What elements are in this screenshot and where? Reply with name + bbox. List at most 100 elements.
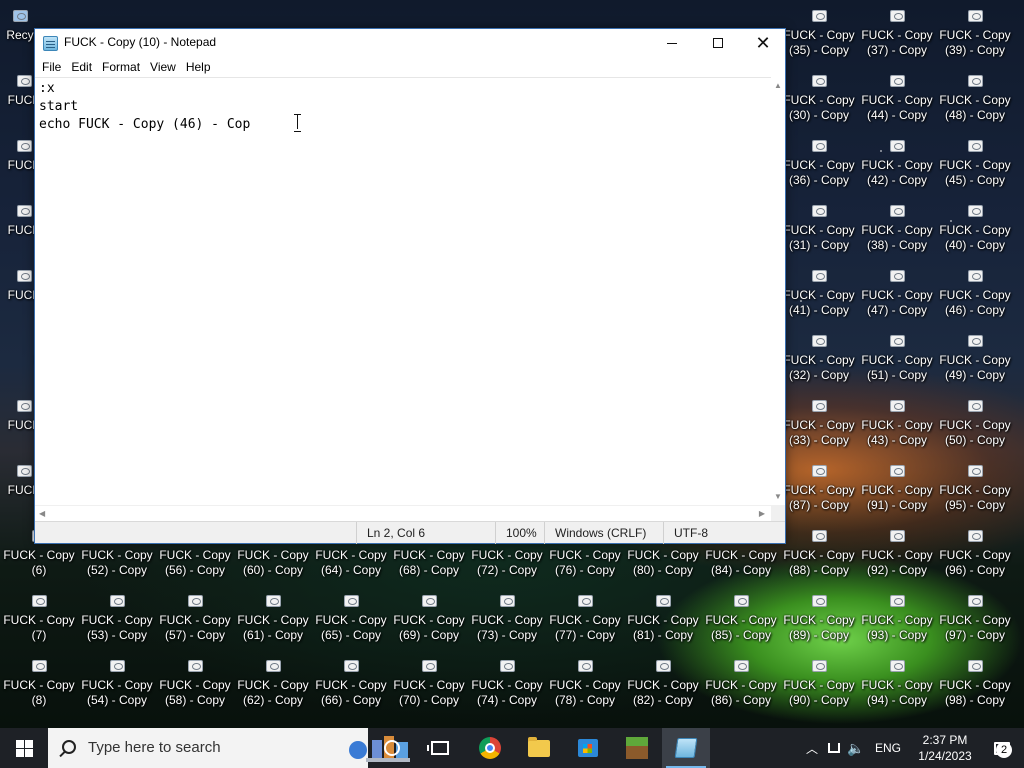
- desktop-icon[interactable]: FUCK - Copy (69) - Copy: [391, 593, 467, 653]
- batch-file-icon: [16, 270, 32, 282]
- network-button[interactable]: [824, 728, 844, 768]
- desktop-icon[interactable]: FUCK - Copy (53) - Copy: [79, 593, 155, 653]
- desktop-icon-label: FUCK - Copy (35) - Copy: [783, 28, 855, 57]
- text-editor[interactable]: :x start echo FUCK - Copy (46) - Cop: [35, 77, 771, 505]
- desktop-icon[interactable]: FUCK - Copy (62) - Copy: [235, 658, 311, 718]
- maximize-button[interactable]: [695, 29, 741, 57]
- desktop-icon[interactable]: FUCK - Copy (54) - Copy: [79, 658, 155, 718]
- horizontal-scrollbar[interactable]: ◀ ▶: [35, 505, 771, 521]
- desktop-icon[interactable]: FUCK - Copy (7): [1, 593, 77, 653]
- maximize-icon: [713, 38, 723, 48]
- action-center-button[interactable]: 2: [982, 728, 1022, 768]
- desktop-icon[interactable]: FUCK - Copy (77) - Copy: [547, 593, 623, 653]
- language-indicator[interactable]: ENG: [870, 728, 906, 768]
- desktop-icon[interactable]: FUCK - Copy (35) - Copy: [781, 8, 857, 68]
- desktop-icon[interactable]: FUCK - Copy (95) - Copy: [937, 463, 1013, 523]
- desktop-icon[interactable]: FUCK - Copy (88) - Copy: [781, 528, 857, 588]
- desktop-icon[interactable]: FUCK - Copy (57) - Copy: [157, 593, 233, 653]
- desktop-icon[interactable]: FUCK - Copy (97) - Copy: [937, 593, 1013, 653]
- desktop-icon[interactable]: FUCK - Copy (42) - Copy: [859, 138, 935, 198]
- desktop-icon[interactable]: FUCK - Copy (61) - Copy: [235, 593, 311, 653]
- menu-file[interactable]: File: [37, 57, 66, 77]
- desktop-icon-label: FUCK - Copy (82) - Copy: [627, 678, 699, 707]
- taskbar-search-box[interactable]: Type here to search: [48, 728, 410, 768]
- windows-icon: [15, 739, 33, 757]
- scroll-down-icon[interactable]: ▼: [774, 492, 782, 501]
- desktop-icon-label: FUCK - Copy (46) - Copy: [939, 288, 1011, 317]
- start-button[interactable]: [0, 728, 48, 768]
- clock[interactable]: 2:37 PM 1/24/2023: [908, 728, 982, 768]
- vertical-scrollbar[interactable]: ▲ ▼: [771, 77, 785, 505]
- desktop-icon-label: FUCK - Copy (87) - Copy: [783, 483, 855, 512]
- desktop-icon[interactable]: FUCK - Copy (86) - Copy: [703, 658, 779, 718]
- show-hidden-icons-button[interactable]: ︿: [802, 728, 822, 768]
- desktop-icon[interactable]: FUCK - Copy (45) - Copy: [937, 138, 1013, 198]
- desktop-icon[interactable]: FUCK - Copy (47) - Copy: [859, 268, 935, 328]
- cortana-button[interactable]: [368, 728, 416, 768]
- desktop-icon[interactable]: FUCK - Copy (70) - Copy: [391, 658, 467, 718]
- batch-file-icon: [967, 595, 983, 607]
- desktop-icon[interactable]: FUCK - Copy (37) - Copy: [859, 8, 935, 68]
- menu-format[interactable]: Format: [97, 57, 145, 77]
- desktop-icon[interactable]: FUCK - Copy (91) - Copy: [859, 463, 935, 523]
- desktop-icon[interactable]: FUCK - Copy (41) - Copy: [781, 268, 857, 328]
- desktop-icon[interactable]: FUCK - Copy (38) - Copy: [859, 203, 935, 263]
- title-bar[interactable]: FUCK - Copy (10) - Notepad ✕: [35, 29, 785, 57]
- desktop-icon[interactable]: FUCK - Copy (65) - Copy: [313, 593, 389, 653]
- minimize-button[interactable]: [649, 29, 695, 57]
- batch-file-icon: [889, 75, 905, 87]
- desktop-icon[interactable]: FUCK - Copy (43) - Copy: [859, 398, 935, 458]
- desktop-icon[interactable]: FUCK - Copy (33) - Copy: [781, 398, 857, 458]
- desktop-icon[interactable]: FUCK - Copy (82) - Copy: [625, 658, 701, 718]
- desktop-icon[interactable]: FUCK - Copy (66) - Copy: [313, 658, 389, 718]
- taskbar-notepad[interactable]: [662, 728, 710, 768]
- desktop-icon[interactable]: FUCK - Copy (73) - Copy: [469, 593, 545, 653]
- desktop-icon[interactable]: FUCK - Copy (32) - Copy: [781, 333, 857, 393]
- desktop-icon[interactable]: FUCK - Copy (51) - Copy: [859, 333, 935, 393]
- desktop-icon[interactable]: FUCK - Copy (87) - Copy: [781, 463, 857, 523]
- desktop-icon[interactable]: FUCK - Copy (98) - Copy: [937, 658, 1013, 718]
- task-view-button[interactable]: [416, 728, 464, 768]
- desktop-icon-label: FUCK - Copy (49) - Copy: [939, 353, 1011, 382]
- desktop-icon[interactable]: FUCK - Copy (30) - Copy: [781, 73, 857, 133]
- desktop-icon[interactable]: FUCK - Copy (81) - Copy: [625, 593, 701, 653]
- desktop-icon[interactable]: FUCK - Copy (39) - Copy: [937, 8, 1013, 68]
- desktop-icon[interactable]: FUCK - Copy (85) - Copy: [703, 593, 779, 653]
- menu-help[interactable]: Help: [181, 57, 216, 77]
- desktop-icon[interactable]: FUCK - Copy (8): [1, 658, 77, 718]
- menu-edit[interactable]: Edit: [66, 57, 97, 77]
- desktop-icon[interactable]: FUCK - Copy (78) - Copy: [547, 658, 623, 718]
- cortana-icon: [384, 740, 400, 756]
- desktop-icon[interactable]: FUCK - Copy (40) - Copy: [937, 203, 1013, 263]
- scroll-up-icon[interactable]: ▲: [774, 81, 782, 90]
- desktop-icon[interactable]: FUCK - Copy (48) - Copy: [937, 73, 1013, 133]
- batch-file-icon: [811, 75, 827, 87]
- menu-view[interactable]: View: [145, 57, 181, 77]
- desktop-icon[interactable]: FUCK - Copy (93) - Copy: [859, 593, 935, 653]
- scroll-right-icon[interactable]: ▶: [759, 509, 765, 518]
- close-button[interactable]: ✕: [740, 29, 786, 57]
- desktop-icon[interactable]: FUCK - Copy (50) - Copy: [937, 398, 1013, 458]
- desktop-icon[interactable]: FUCK - Copy (74) - Copy: [469, 658, 545, 718]
- volume-button[interactable]: 🔈: [846, 728, 866, 768]
- task-view-icon: [427, 741, 449, 755]
- desktop-icon[interactable]: FUCK - Copy (36) - Copy: [781, 138, 857, 198]
- desktop-icon[interactable]: FUCK - Copy (44) - Copy: [859, 73, 935, 133]
- desktop-icon[interactable]: FUCK - Copy (31) - Copy: [781, 203, 857, 263]
- scroll-left-icon[interactable]: ◀: [39, 509, 45, 518]
- desktop-icon[interactable]: FUCK - Copy (96) - Copy: [937, 528, 1013, 588]
- taskbar-store[interactable]: [564, 728, 612, 768]
- desktop-icon[interactable]: FUCK - Copy (46) - Copy: [937, 268, 1013, 328]
- desktop-icon[interactable]: FUCK - Copy (90) - Copy: [781, 658, 857, 718]
- desktop-icon[interactable]: FUCK - Copy (58) - Copy: [157, 658, 233, 718]
- taskbar-chrome[interactable]: [466, 728, 514, 768]
- network-icon: [828, 743, 840, 753]
- desktop-icon[interactable]: FUCK - Copy (49) - Copy: [937, 333, 1013, 393]
- batch-file-icon: [967, 530, 983, 542]
- desktop-icon[interactable]: FUCK - Copy (94) - Copy: [859, 658, 935, 718]
- desktop-icon[interactable]: FUCK - Copy (92) - Copy: [859, 528, 935, 588]
- taskbar-minecraft[interactable]: [613, 728, 661, 768]
- desktop-icon[interactable]: FUCK - Copy (89) - Copy: [781, 593, 857, 653]
- notepad-icon: [674, 738, 698, 758]
- taskbar-file-explorer[interactable]: [515, 728, 563, 768]
